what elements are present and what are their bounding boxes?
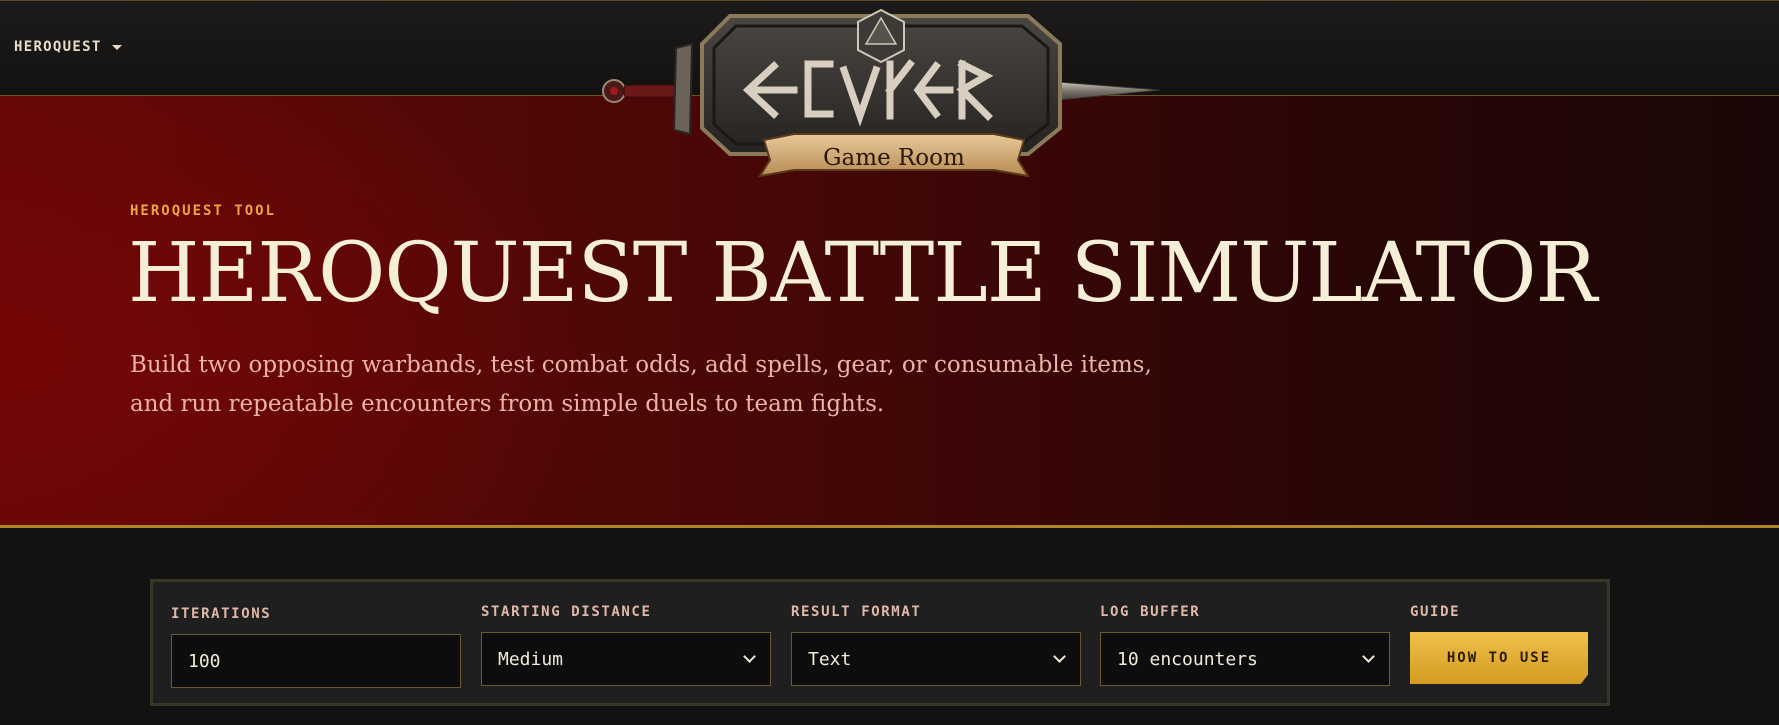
- chevron-down-icon: [743, 650, 756, 663]
- starting-distance-value: Medium: [498, 648, 564, 670]
- simulation-settings-bar: ITERATIONS 100 STARTING DISTANCE Medium …: [150, 579, 1610, 706]
- log-buffer-label: LOG BUFFER: [1100, 604, 1201, 620]
- hero-subtitle: Build two opposing warbands, test combat…: [130, 346, 1250, 424]
- chevron-down-icon: [1362, 650, 1375, 663]
- log-buffer-select[interactable]: 10 encounters: [1100, 632, 1390, 686]
- heroquest-menu[interactable]: HEROQUEST: [14, 39, 122, 55]
- game-room-logo[interactable]: Game Room: [598, 4, 1164, 184]
- subtitle-line-1: Build two opposing warbands, test combat…: [130, 352, 1152, 378]
- starting-distance-select[interactable]: Medium: [481, 632, 771, 686]
- logo-banner-text: Game Room: [823, 145, 965, 171]
- logo-emblem-icon: Game Room: [602, 8, 1161, 178]
- menu-label: HEROQUEST: [14, 39, 102, 55]
- page-title: HEROQUEST BATTLE SIMULATOR: [128, 226, 1597, 321]
- guide-label: GUIDE: [1410, 604, 1461, 620]
- how-to-use-button[interactable]: HOW TO USE: [1410, 632, 1588, 684]
- iterations-label: ITERATIONS: [171, 606, 272, 622]
- starting-distance-label: STARTING DISTANCE: [481, 604, 652, 620]
- log-buffer-value: 10 encounters: [1117, 648, 1258, 670]
- result-format-value: Text: [808, 648, 852, 670]
- caret-down-icon: [111, 44, 122, 50]
- result-format-select[interactable]: Text: [791, 632, 1081, 686]
- iterations-value: 100: [188, 650, 221, 672]
- chevron-down-icon: [1053, 650, 1066, 663]
- iterations-input[interactable]: 100: [171, 634, 461, 688]
- subtitle-line-2: and run repeatable encounters from simpl…: [130, 391, 885, 417]
- result-format-label: RESULT FORMAT: [791, 604, 922, 620]
- hero-eyebrow: HEROQUEST TOOL: [130, 203, 277, 219]
